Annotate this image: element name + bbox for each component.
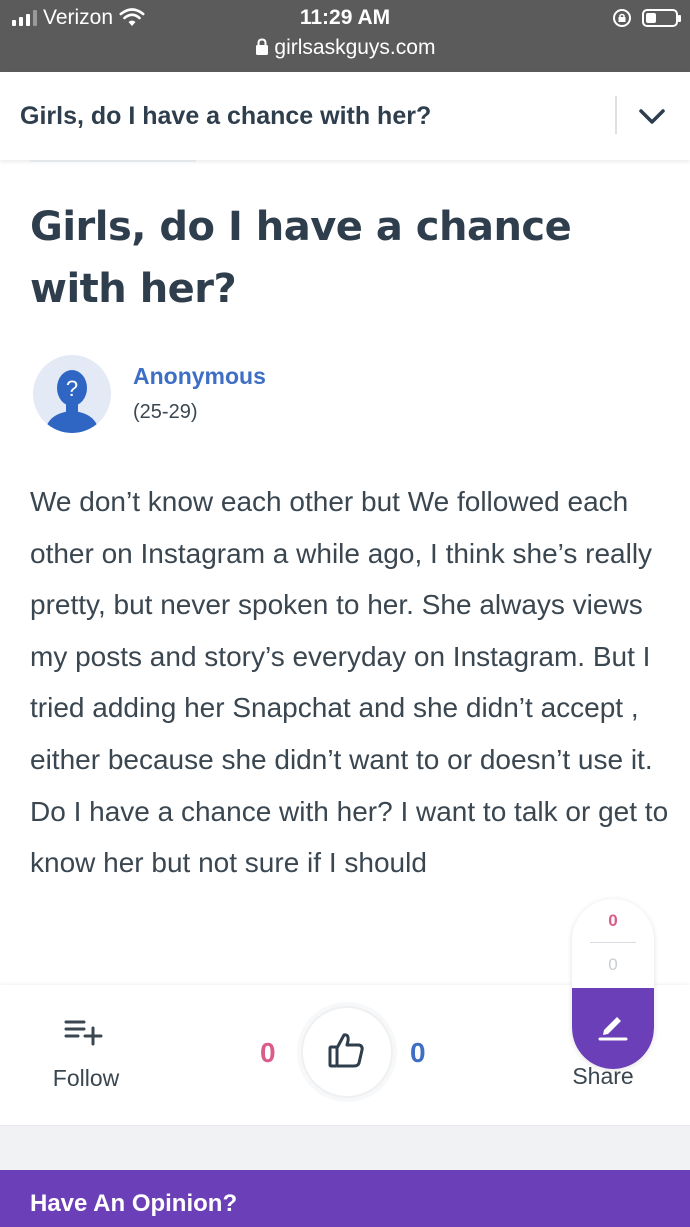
- like-button[interactable]: [301, 1006, 393, 1098]
- header-divider: [615, 96, 617, 134]
- question-title: Girls, do I have a chance with her?: [30, 204, 572, 312]
- avatar[interactable]: ?: [33, 355, 111, 433]
- author-age: (25-29): [133, 401, 198, 423]
- opinion-count-bottom: 0: [608, 955, 618, 974]
- url-bar[interactable]: girlsaskguys.com: [0, 36, 690, 60]
- rotation-lock-icon: [613, 9, 631, 27]
- pill-divider: [590, 942, 636, 943]
- author-name[interactable]: Anonymous: [133, 363, 266, 390]
- svg-text:?: ?: [66, 376, 78, 401]
- write-opinion-button[interactable]: [572, 988, 654, 1069]
- sticky-header: Girls, do I have a chance with her?: [0, 72, 690, 162]
- vote-count-right: 0: [410, 1037, 426, 1068]
- header-underline: [30, 160, 196, 162]
- opinion-counter-pill[interactable]: 0 0: [572, 899, 654, 1069]
- header-title: Girls, do I have a chance with her?: [20, 102, 432, 130]
- battery-icon: [642, 9, 681, 27]
- follow-label: Follow: [52, 1065, 120, 1091]
- follow-button[interactable]: Follow: [40, 1013, 132, 1103]
- question-body: We don’t know each other but We followed…: [30, 486, 669, 879]
- status-bar: Verizon 11:29 AM girlsaskguys.com: [0, 0, 690, 72]
- opinion-count-top: 0: [608, 911, 618, 930]
- section-gap: [0, 1126, 690, 1170]
- thumbs-up-icon: [328, 1033, 364, 1068]
- vote-count-left: 0: [260, 1037, 276, 1068]
- chevron-down-icon[interactable]: [636, 104, 668, 128]
- have-an-opinion-label: Have An Opinion?: [30, 1190, 238, 1217]
- add-to-list-icon: [64, 1020, 103, 1046]
- pencil-icon: [598, 1017, 628, 1041]
- have-an-opinion-banner[interactable]: Have An Opinion?: [0, 1170, 690, 1227]
- anonymous-user-icon: ?: [45, 370, 99, 433]
- clock: 11:29 AM: [299, 6, 391, 29]
- lock-icon: [255, 38, 268, 55]
- url-text: girlsaskguys.com: [274, 36, 436, 59]
